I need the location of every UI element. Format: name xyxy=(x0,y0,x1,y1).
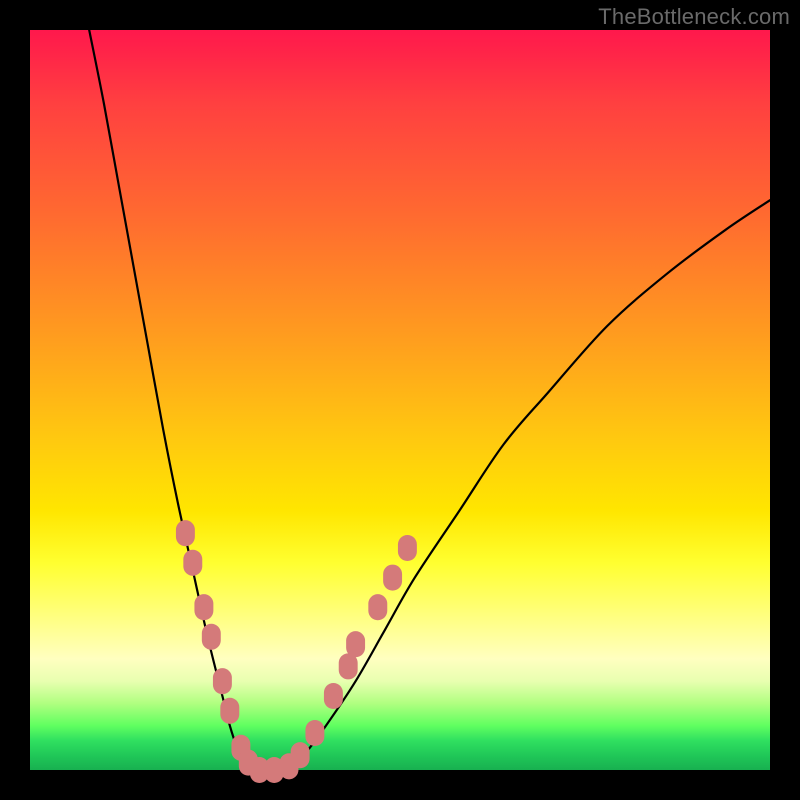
data-marker xyxy=(324,683,343,709)
data-marker xyxy=(202,624,221,650)
data-marker xyxy=(213,668,232,694)
data-marker xyxy=(346,631,365,657)
data-marker xyxy=(291,742,310,768)
data-marker xyxy=(183,550,202,576)
data-marker xyxy=(339,653,358,679)
data-marker xyxy=(398,535,417,561)
watermark-text: TheBottleneck.com xyxy=(598,4,790,30)
series-group xyxy=(89,30,770,770)
data-marker xyxy=(383,565,402,591)
data-marker xyxy=(368,594,387,620)
chart-svg xyxy=(30,30,770,770)
data-marker xyxy=(176,520,195,546)
chart-frame: TheBottleneck.com xyxy=(0,0,800,800)
series-bottleneck-curve-left xyxy=(89,30,252,770)
data-marker xyxy=(220,698,239,724)
data-marker xyxy=(194,594,213,620)
data-marker xyxy=(305,720,324,746)
plot-area xyxy=(30,30,770,770)
series-bottleneck-curve-right xyxy=(289,200,770,770)
